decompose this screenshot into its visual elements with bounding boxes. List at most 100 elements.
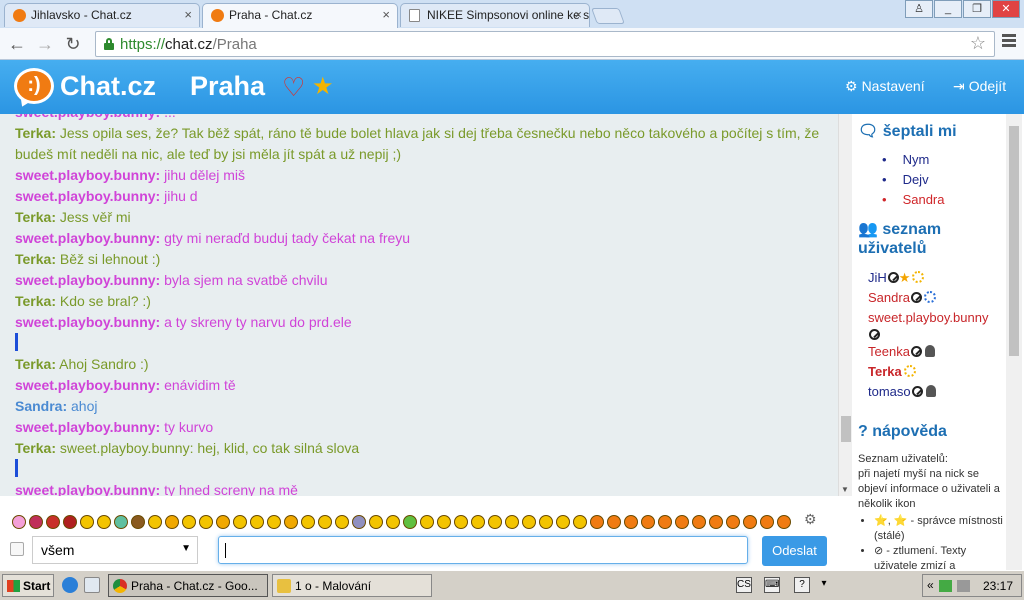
user-item[interactable]: Teenka xyxy=(868,344,935,359)
emoticon-icon[interactable] xyxy=(97,515,111,529)
tab-jihlavsko[interactable]: Jihlavsko - Chat.cz × xyxy=(4,3,200,27)
emoticon-icon[interactable] xyxy=(199,515,213,529)
emoticon-icon[interactable] xyxy=(284,515,298,529)
emoticon-icon[interactable] xyxy=(471,515,485,529)
emoticon-icon[interactable] xyxy=(12,515,26,529)
close-tab-icon[interactable]: × xyxy=(382,7,390,22)
emoticon-icon[interactable] xyxy=(743,515,757,529)
user-item[interactable]: Sandra xyxy=(868,290,936,305)
logo-icon[interactable]: :) xyxy=(14,68,54,104)
emoticon-icon[interactable] xyxy=(29,515,43,529)
emoticon-icon[interactable] xyxy=(641,515,655,529)
emoticon-icon[interactable] xyxy=(760,515,774,529)
emoticon-icon[interactable] xyxy=(692,515,706,529)
whisper-item[interactable]: Nym xyxy=(882,152,930,167)
ie-icon[interactable] xyxy=(62,577,78,593)
tab-praha[interactable]: Praha - Chat.cz × xyxy=(202,3,398,28)
emoticon-icon[interactable] xyxy=(726,515,740,529)
emoticon-settings-gear-icon[interactable]: ⚙ xyxy=(804,511,817,528)
whisper-item[interactable]: Sandra xyxy=(882,192,945,207)
task-chrome[interactable]: Praha - Chat.cz - Goo... xyxy=(108,574,268,597)
recipient-select[interactable]: všem ▼ xyxy=(32,536,198,564)
network-icon[interactable] xyxy=(939,580,952,592)
emoticon-icon[interactable] xyxy=(301,515,315,529)
emoticon-icon[interactable] xyxy=(386,515,400,529)
emoticon-icon[interactable] xyxy=(131,515,145,529)
user-item[interactable]: JiH ★ xyxy=(868,270,925,286)
language-indicator[interactable]: CS xyxy=(736,577,752,593)
emoticon-icon[interactable] xyxy=(539,515,553,529)
emoticon-icon[interactable] xyxy=(148,515,162,529)
scrollbar-thumb[interactable] xyxy=(841,416,851,442)
emoticon-icon[interactable] xyxy=(777,515,791,529)
emoticon-icon[interactable] xyxy=(624,515,638,529)
user-icon[interactable]: ♙ xyxy=(905,0,933,18)
star-icon[interactable]: ★ xyxy=(312,72,334,101)
chat-scrollbar[interactable]: ▼ xyxy=(838,114,852,496)
settings-link[interactable]: ⚙ Nastavení xyxy=(845,78,925,95)
emoticon-icon[interactable] xyxy=(63,515,77,529)
emoticon-icon[interactable] xyxy=(454,515,468,529)
emoticon-icon[interactable] xyxy=(420,515,434,529)
emoticon-icon[interactable] xyxy=(675,515,689,529)
user-item[interactable]: sweet.playboy.bunny xyxy=(868,310,988,325)
sidebar-scrollbar[interactable] xyxy=(1006,114,1022,570)
emoticon-icon[interactable] xyxy=(352,515,366,529)
emoticon-icon[interactable] xyxy=(233,515,247,529)
tab-simpsonovi[interactable]: NIKEE Simpsonovi online ke s × xyxy=(400,3,590,27)
emoticon-icon[interactable] xyxy=(80,515,94,529)
heart-icon[interactable]: ♡ xyxy=(282,72,305,103)
browser-menu-icon[interactable] xyxy=(1002,34,1016,49)
keyboard-icon[interactable]: ⌨ xyxy=(764,577,780,593)
emoticon-icon[interactable] xyxy=(658,515,672,529)
whisper-item[interactable]: Dejv xyxy=(882,172,929,187)
reload-icon[interactable]: ↻ xyxy=(62,33,84,55)
back-icon[interactable]: ← xyxy=(6,33,28,55)
emoticon-icon[interactable] xyxy=(488,515,502,529)
emoticon-icon[interactable] xyxy=(114,515,128,529)
logo-text[interactable]: Chat.cz xyxy=(60,71,156,102)
forward-icon[interactable]: → xyxy=(34,33,56,55)
mute-icon[interactable] xyxy=(869,329,880,340)
emoticon-icon[interactable] xyxy=(182,515,196,529)
desktop-icon[interactable] xyxy=(84,577,100,593)
emoticon-icon[interactable] xyxy=(369,515,383,529)
new-tab-button[interactable] xyxy=(591,8,625,24)
emoticon-icon[interactable] xyxy=(267,515,281,529)
emoticon-icon[interactable] xyxy=(403,515,417,529)
minimize-icon[interactable]: _ xyxy=(934,0,962,18)
logout-link[interactable]: ⇥ Odejít xyxy=(953,78,1006,95)
chat-log[interactable]: sweet.playboy.bunny: ... Terka: Jess opi… xyxy=(0,114,838,496)
address-bar[interactable]: https://chat.cz/Praha ☆ xyxy=(95,31,995,57)
tray-expand-icon[interactable]: « xyxy=(927,578,934,592)
send-button[interactable]: Odeslat xyxy=(762,536,827,566)
user-item[interactable]: Terka xyxy=(868,364,916,379)
bookmark-star-icon[interactable]: ☆ xyxy=(970,33,986,54)
emoticon-icon[interactable] xyxy=(607,515,621,529)
scrollbar-thumb[interactable] xyxy=(1009,126,1019,356)
scroll-down-icon[interactable]: ▼ xyxy=(841,485,849,494)
emoticon-icon[interactable] xyxy=(46,515,60,529)
emoticon-icon[interactable] xyxy=(165,515,179,529)
task-paint[interactable]: 1 o - Malování xyxy=(272,574,432,597)
tray-arrow-icon[interactable]: ▾ xyxy=(816,577,832,593)
emoticon-icon[interactable] xyxy=(335,515,349,529)
emoticon-icon[interactable] xyxy=(573,515,587,529)
emoticon-icon[interactable] xyxy=(437,515,451,529)
mute-icon[interactable] xyxy=(911,386,923,397)
emoticon-icon[interactable] xyxy=(522,515,536,529)
help-icon[interactable]: ? xyxy=(794,577,810,593)
message-input[interactable] xyxy=(218,536,748,564)
mute-icon[interactable] xyxy=(910,346,922,357)
private-checkbox[interactable] xyxy=(10,542,24,556)
restore-icon[interactable]: ❐ xyxy=(963,0,991,18)
close-window-icon[interactable]: ✕ xyxy=(992,0,1020,18)
mute-icon[interactable] xyxy=(910,292,922,303)
emoticon-icon[interactable] xyxy=(590,515,604,529)
emoticon-icon[interactable] xyxy=(216,515,230,529)
volume-icon[interactable] xyxy=(957,580,970,592)
emoticon-icon[interactable] xyxy=(250,515,264,529)
emoticon-icon[interactable] xyxy=(318,515,332,529)
close-tab-icon[interactable]: × xyxy=(184,7,192,22)
close-tab-icon[interactable]: × xyxy=(574,7,582,22)
